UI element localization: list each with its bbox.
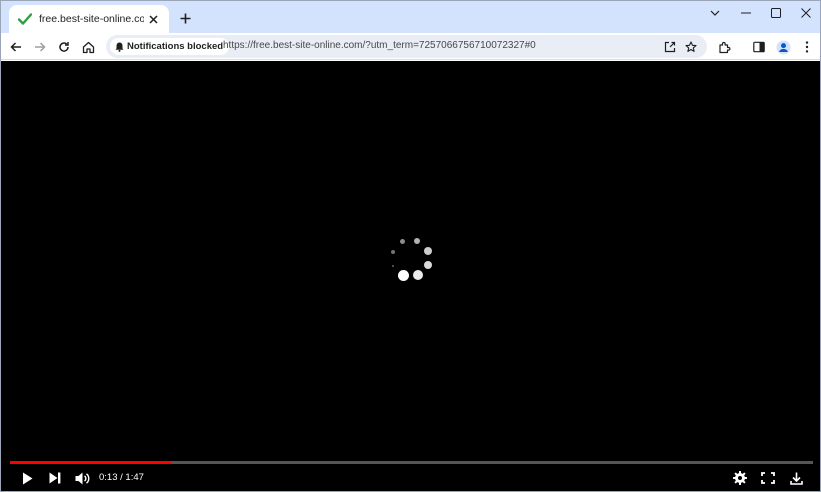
play-button[interactable]	[16, 467, 38, 489]
fullscreen-icon[interactable]	[757, 467, 779, 489]
duration: 1:47	[125, 472, 144, 483]
side-panel-icon[interactable]	[748, 36, 770, 58]
notifications-blocked-chip[interactable]: Notifications blocked	[110, 38, 230, 55]
tab-title: free.best-site-online.com/?utm_term=7257…	[39, 13, 144, 25]
address-bar[interactable]: Notifications blocked https://free.best-…	[106, 35, 707, 58]
new-tab-button[interactable]	[175, 8, 195, 28]
browser-window: free.best-site-online.com/?utm_term=7257…	[0, 0, 821, 492]
video-progress-bar[interactable]	[10, 461, 813, 464]
browser-toolbar: Notifications blocked https://free.best-…	[1, 33, 820, 60]
checkmark-icon	[17, 11, 32, 27]
next-video-button[interactable]	[44, 467, 66, 489]
url-text[interactable]: https://free.best-site-online.com/?utm_t…	[223, 40, 536, 51]
forward-button[interactable]	[29, 36, 51, 58]
maximize-icon[interactable]	[761, 1, 791, 25]
more-menu-icon[interactable]	[796, 36, 818, 58]
loading-spinner	[389, 237, 435, 283]
close-icon[interactable]	[791, 1, 820, 25]
bell-icon	[115, 42, 124, 52]
tab-close-icon[interactable]	[146, 11, 161, 27]
video-progress-fill	[10, 461, 171, 464]
volume-icon[interactable]	[72, 467, 94, 489]
minimize-icon[interactable]	[731, 1, 761, 25]
settings-gear-icon[interactable]	[729, 467, 751, 489]
home-button[interactable]	[77, 36, 99, 58]
chevron-down-icon[interactable]	[700, 1, 730, 25]
bookmark-star-icon[interactable]	[682, 38, 699, 55]
tab-strip: free.best-site-online.com/?utm_term=7257…	[1, 1, 820, 33]
extensions-icon[interactable]	[713, 36, 735, 58]
back-button[interactable]	[5, 36, 27, 58]
profile-avatar-icon[interactable]	[772, 36, 794, 58]
current-time: 0:13	[99, 472, 118, 483]
share-icon[interactable]	[661, 38, 678, 55]
video-time: 0:13 / 1:47	[99, 472, 144, 483]
reload-button[interactable]	[53, 36, 75, 58]
video-player[interactable]: 0:13 / 1:47	[1, 61, 820, 491]
download-icon[interactable]	[785, 467, 807, 489]
notifications-blocked-label: Notifications blocked	[127, 41, 224, 52]
active-tab[interactable]: free.best-site-online.com/?utm_term=7257…	[9, 5, 169, 33]
